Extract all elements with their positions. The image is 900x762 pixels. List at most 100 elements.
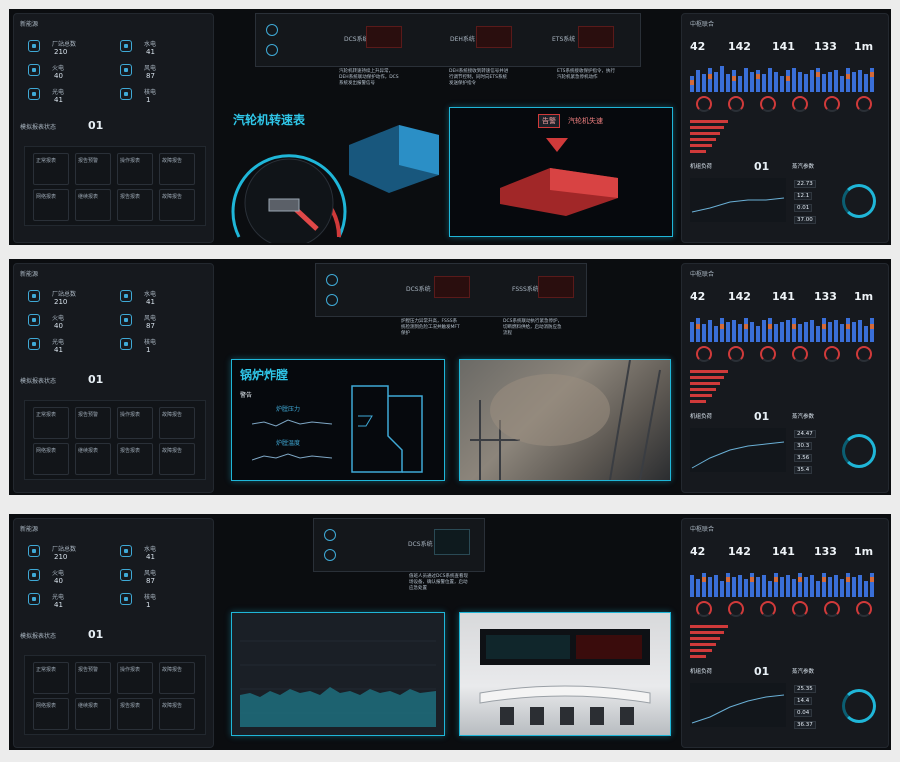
load-line-chart [690,428,786,472]
turbine-model [349,125,439,193]
status-wall-panel [486,635,570,659]
kpi-value: 141 [772,545,795,558]
dcs-label: FSSS系统 [512,286,539,293]
alarm-text: 汽轮机失速 [568,117,603,125]
status-tile[interactable]: 报告报表 [117,698,153,730]
process-note: DEH系统接收到转速信号并进行调节控制，同时向ETS系统发送保护指令 [449,69,509,86]
kpi-value: 42 [690,545,706,558]
panel-title: 新能源 [20,271,39,278]
flow-input-icon[interactable] [324,549,336,561]
count-label: 风电 [144,315,157,322]
load-line-chart [690,178,786,222]
count-value: 41 [54,346,63,354]
count-value: 41 [146,298,155,306]
tile-label: 故障报告 [162,703,183,709]
status-tile[interactable]: 报告报表 [117,189,153,221]
count-label: 光电 [52,594,65,601]
status-tile[interactable]: 报告报表 [117,443,153,475]
flow-input-icon[interactable] [326,294,338,306]
count-label: 风电 [144,570,157,577]
tile-label: 继续报表 [78,703,99,709]
status-tile[interactable]: 网络报表 [33,698,69,730]
status-tile[interactable]: 网络报表 [33,443,69,475]
count-label: 火电 [52,65,65,72]
load-bar-chart [690,66,874,92]
panel-title: 新能源 [20,21,39,28]
count-label: 火电 [52,570,65,577]
status-tile[interactable]: 故障报告 [159,189,195,221]
wind-icon [120,314,132,326]
count-value: 41 [54,601,63,609]
section-value: 01 [88,119,104,132]
stat-value: 0.01 [794,204,813,212]
wind-icon [120,64,132,76]
count-label: 厂站总数 [52,41,77,48]
scene-heading: 锅炉炸膛 [240,368,289,382]
gauge-readout [268,198,300,212]
tile-label: 正常报表 [36,667,57,673]
progress-ring [842,689,876,723]
status-tile[interactable]: 故障报告 [159,407,195,439]
mini-gauge [856,601,872,617]
solar-icon [28,88,40,100]
tile-grid: 正常报表 报告预警 操作报表 故障报告 网络报表 继续报表 报告报表 故障报告 [24,146,206,226]
flow-input-icon[interactable] [326,274,338,286]
status-tile[interactable]: 故障报告 [159,153,195,185]
trend-area-chart [240,640,436,727]
flow-input-icon[interactable] [266,44,278,56]
status-tile[interactable]: 报告预警 [75,662,111,694]
status-tile[interactable]: 正常报表 [33,153,69,185]
tile-label: 故障报告 [162,158,183,164]
progress-ring [842,434,876,468]
count-label: 核电 [144,89,157,96]
status-tile[interactable]: 报告预警 [75,407,111,439]
status-tile[interactable]: 操作报表 [117,662,153,694]
mini-gauge [728,601,744,617]
count-value: 41 [146,553,155,561]
stat-value: 0.04 [794,709,813,717]
status-tile[interactable]: 操作报表 [117,407,153,439]
status-tile[interactable]: 继续报表 [75,443,111,475]
flow-input-icon[interactable] [324,529,336,541]
process-note: 炉膛压力异常升高，FSSS系统检测到危险工况并触发MFT保护 [401,319,460,336]
progress-ring [842,184,876,218]
tile-label: 报告报表 [120,703,141,709]
mini-gauge [824,96,840,112]
solar-icon [28,593,40,605]
left-station-panel: 新能源 厂站总数 210 水电 41 火电 40 风电 87 光电 41 核电 … [13,263,214,493]
status-tile[interactable]: 继续报表 [75,698,111,730]
tile-label: 故障报告 [162,667,183,673]
tile-label: 正常报表 [36,158,57,164]
right-monitor-panel: 中枢联合 42 142 141 133 1m 机组负荷 01 蒸汽参数 24.4… [681,263,889,493]
dcs-flow-row: DCS系统 [313,518,485,572]
status-tile[interactable]: 报告预警 [75,153,111,185]
dcs-label: DEH系统 [450,36,475,43]
status-tile[interactable]: 网络报表 [33,189,69,221]
status-tile[interactable]: 正常报表 [33,407,69,439]
stat-value: 24.47 [794,430,816,438]
tile-grid: 正常报表 报告预警 操作报表 故障报告 网络报表 继续报表 报告报表 故障报告 [24,655,206,735]
pressure-line [252,419,332,427]
dcs-label: ETS系统 [552,36,576,43]
count-value: 1 [146,96,151,104]
status-tile[interactable]: 正常报表 [33,662,69,694]
operator-desks [479,685,651,725]
process-note: 值班人员通过DCS系统查看现场设备，确认报警位置，启动应急处置 [409,574,468,591]
stat-value: 25.35 [794,685,816,693]
plant-structure [470,360,661,480]
led-display [538,276,574,298]
status-tile[interactable]: 故障报告 [159,662,195,694]
boiler-diagram [351,385,423,473]
nuclear-icon [120,593,132,605]
stat-value: 36.37 [794,721,816,729]
section-title: 蒸汽参数 [792,164,815,170]
tile-label: 报告预警 [78,412,99,418]
count-label: 核电 [144,594,157,601]
status-tile[interactable]: 故障报告 [159,443,195,475]
status-tile[interactable]: 继续报表 [75,189,111,221]
hydro-icon [120,290,132,302]
alarm-pointer-icon [546,138,568,152]
flow-input-icon[interactable] [266,24,278,36]
status-tile[interactable]: 操作报表 [117,153,153,185]
status-tile[interactable]: 故障报告 [159,698,195,730]
